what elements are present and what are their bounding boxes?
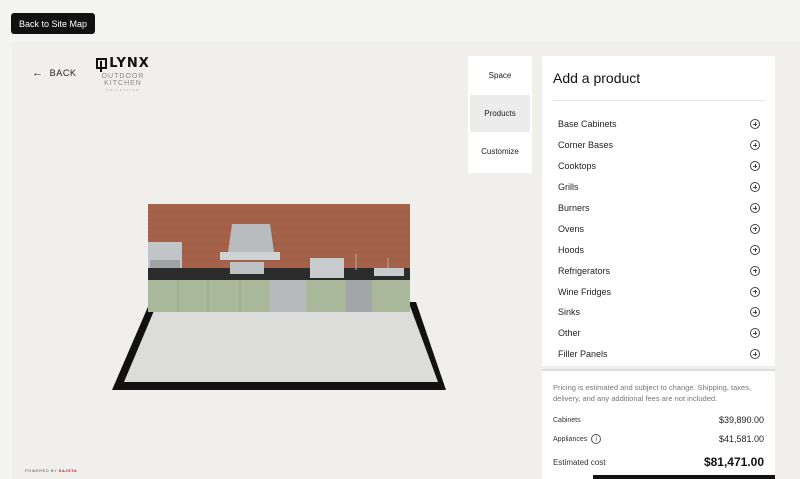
floor-surface [124,306,438,382]
powered-by: POWERED BY SAJSTA [25,468,78,473]
product-category-list: Base Cabinets Corner Bases Cooktops Gril… [553,114,764,365]
tab-customize[interactable]: Customize [470,133,530,170]
plus-circle-icon[interactable] [750,265,760,276]
category-sinks[interactable]: Sinks [553,302,764,323]
cabinets-left [148,280,270,312]
plus-circle-icon[interactable] [750,203,760,213]
category-base-cabinets[interactable]: Base Cabinets [553,114,764,135]
drawer-unit [270,280,306,312]
category-hoods[interactable]: Hoods [553,239,764,260]
cabinets-right [372,280,410,312]
info-icon[interactable]: i [591,434,602,444]
back-button[interactable]: ← BACK [32,67,77,79]
kitchen-3d-viewport[interactable] [112,202,452,392]
category-burners[interactable]: Burners [553,198,764,219]
appliances-value: $41,581.00 [718,434,764,444]
arrow-left-icon: ← [32,67,44,79]
logo-sub-text: OUTDOOR KITCHEN [101,73,145,87]
plus-circle-icon[interactable] [750,140,760,151]
range-hood [228,224,274,252]
cabinets-price-row: Cabinets $39,890.00 [553,415,764,425]
tab-products[interactable]: Products [470,95,530,132]
plus-circle-icon[interactable] [750,119,760,130]
back-to-site-map-button[interactable]: Back to Site Map [11,13,95,34]
sink [374,268,404,276]
category-filler-panels[interactable]: Filler Panels [553,344,764,365]
category-other[interactable]: Other [553,323,764,344]
category-refrigerators[interactable]: Refrigerators [553,260,764,281]
grill-right [310,258,344,278]
cabinets-mid [306,280,346,312]
category-ovens[interactable]: Ovens [553,218,764,239]
lynx-logo: LYNX OUTDOOR KITCHEN COLLECTION [87,56,159,92]
pricing-panel: Pricing is estimated and subject to chan… [542,369,775,479]
logo-main-text: LYNX [109,56,150,71]
cabinets-label: Cabinets [553,416,581,424]
lynx-mark-icon [96,58,108,69]
plus-circle-icon[interactable] [750,286,760,297]
plus-circle-icon[interactable] [750,223,760,234]
appliances-price-row: Appliances i $41,581.00 [553,434,764,444]
back-label: BACK [49,68,77,78]
appliances-label: Appliances [553,435,588,443]
kitchen-designer: ← BACK LYNX OUTDOOR KITCHEN COLLECTION P… [12,42,800,479]
category-cooktops[interactable]: Cooktops [553,156,764,177]
add-product-panel: Add a product Base Cabinets Corner Bases… [542,56,775,366]
plus-circle-icon[interactable] [750,161,760,172]
cabinets-value: $39,890.00 [718,415,764,425]
plus-circle-icon[interactable] [750,328,760,339]
logo-sub2-text: COLLECTION [105,88,141,92]
checkout-button[interactable] [593,475,775,479]
estimated-cost-row: Estimated cost $81,471.00 [553,455,764,469]
category-wine-fridges[interactable]: Wine Fridges [553,281,764,302]
pricing-disclaimer: Pricing is estimated and subject to chan… [553,383,752,403]
panel-title: Add a product [553,70,641,86]
plus-circle-icon[interactable] [750,349,760,360]
tab-space[interactable]: Space [470,57,530,94]
divider [553,100,764,101]
category-grills[interactable]: Grills [553,177,764,198]
fridge-unit [346,280,372,312]
estimated-cost-value: $81,471.00 [703,455,764,469]
plus-circle-icon[interactable] [750,244,760,255]
plus-circle-icon[interactable] [750,182,760,193]
category-corner-bases[interactable]: Corner Bases [553,135,764,156]
plus-circle-icon[interactable] [750,307,760,318]
mode-tabs: Space Products Customize [468,56,532,173]
countertop [148,268,410,280]
estimated-cost-label: Estimated cost [553,457,606,467]
